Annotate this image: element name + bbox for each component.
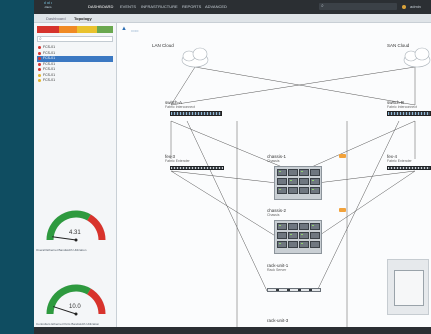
alert-label: FCS-01	[43, 45, 56, 49]
tab-topology[interactable]: Topology	[74, 16, 92, 21]
critical-severity-icon	[38, 68, 41, 72]
rack-unit-1-device[interactable]	[267, 288, 321, 292]
fault-panel: ⌕ FCS-01 FCS-01 FCS-01 FCS-01 FCS-01 FCS-01 FC…	[34, 23, 117, 334]
app-window: ılıılı cisco DASHBOARD EVENTS INFRASTRUC…	[34, 0, 431, 334]
user-menu[interactable]: admin	[410, 4, 421, 9]
minimap-viewport[interactable]	[394, 270, 424, 306]
warning-faults[interactable]	[97, 26, 113, 33]
ports-bandwidth-gauge: 10.0	[42, 280, 110, 324]
alert-indicator-icon[interactable]	[402, 5, 406, 9]
switch-b-role: Fabric Interconnect	[387, 105, 417, 109]
search-icon: ⌕	[39, 36, 42, 42]
nav-dashboard[interactable]: DASHBOARD	[88, 4, 113, 9]
switch-b-device[interactable]	[387, 111, 431, 116]
alert-label: FCS-01	[43, 56, 56, 60]
gauge-value: 4.31	[68, 230, 82, 236]
nav-reports[interactable]: REPORTS	[182, 4, 201, 9]
alert-label: FCS-01	[43, 50, 56, 55]
san-cloud-label[interactable]: SAN Cloud	[387, 43, 409, 48]
gauge-value: 10.0	[68, 304, 82, 310]
status-bar	[34, 327, 431, 334]
tab-dashboard[interactable]: Dashboard	[46, 16, 66, 21]
alert-label: FCS-01	[43, 61, 56, 66]
search-input[interactable]: ⌕	[319, 3, 397, 10]
critical-faults[interactable]	[37, 26, 59, 33]
top-navigation: ılıılı cisco DASHBOARD EVENTS INFRASTRUC…	[34, 0, 431, 14]
fex-left-device[interactable]	[170, 166, 224, 170]
alert-label: FCS-01	[43, 67, 56, 71]
view-tabs: Dashboard Topology	[34, 14, 431, 23]
gauge-needle	[52, 236, 77, 241]
lan-cloud-icon	[181, 47, 209, 68]
chassis-1-role: Chassis	[267, 159, 280, 163]
san-cloud-icon	[403, 47, 431, 68]
critical-severity-icon	[38, 51, 41, 55]
chassis-2-device[interactable]	[274, 220, 322, 254]
fex-right-role: Fabric Extender	[387, 159, 412, 163]
nav-advanced[interactable]: ADVANCED	[205, 4, 227, 9]
nav-events[interactable]: EVENTS	[120, 4, 136, 9]
lan-cloud-label[interactable]: LAN Cloud	[152, 43, 174, 48]
gauge-dial	[46, 284, 106, 316]
cisco-logo[interactable]: ılıılı cisco	[44, 1, 52, 10]
gauge-caption: Overall Ethernet Bandwidth Utilization	[36, 248, 87, 252]
warning-severity-icon	[38, 79, 41, 83]
alert-list-item[interactable]: FCS-01	[37, 78, 113, 84]
gauge-dial	[46, 210, 106, 242]
search-icon: ⌕	[321, 3, 324, 9]
gauge-caption: Controllers Ethernet Ports Bandwidth Uti…	[36, 322, 100, 326]
alert-label: FCS-01	[43, 72, 56, 77]
fex-left-role: Fabric Extender	[165, 159, 190, 163]
major-faults[interactable]	[59, 26, 77, 33]
switch-a-role: Fabric Interconnect	[165, 105, 195, 109]
rack-unit-1-role: Rack Server	[267, 268, 287, 272]
fault-badge-icon[interactable]	[339, 154, 346, 158]
topology-minimap[interactable]	[387, 259, 429, 315]
minor-faults[interactable]	[77, 26, 97, 33]
chassis-2-role: Chassis	[267, 213, 280, 217]
critical-severity-icon	[38, 46, 41, 50]
fault-summary-bar[interactable]	[37, 26, 113, 33]
topology-canvas[interactable]: ▲ ▭▭ LAN Cloud SAN Cloud switch-A Fabric…	[117, 23, 431, 334]
chassis-1-device[interactable]	[274, 166, 322, 200]
bandwidth-gauge: 4.31	[42, 206, 110, 250]
nav-infrastructure[interactable]: INFRASTRUCTURE	[141, 4, 178, 9]
fault-badge-icon[interactable]	[339, 208, 346, 212]
switch-a-device[interactable]	[170, 111, 222, 116]
fex-right-device[interactable]	[387, 166, 431, 170]
alert-list: FCS-01 FCS-01 FCS-01 FCS-01 FCS-01 FCS-01 FCS-…	[37, 45, 113, 84]
critical-severity-icon	[38, 62, 41, 66]
alert-label: FCS-01	[43, 78, 56, 82]
warning-severity-icon	[38, 73, 41, 77]
brand-name: cisco	[44, 5, 52, 9]
alert-filter-input[interactable]: ⌕	[37, 36, 113, 42]
rack-unit-3-label[interactable]: rack-unit-3	[267, 318, 288, 323]
critical-severity-icon	[38, 57, 41, 61]
